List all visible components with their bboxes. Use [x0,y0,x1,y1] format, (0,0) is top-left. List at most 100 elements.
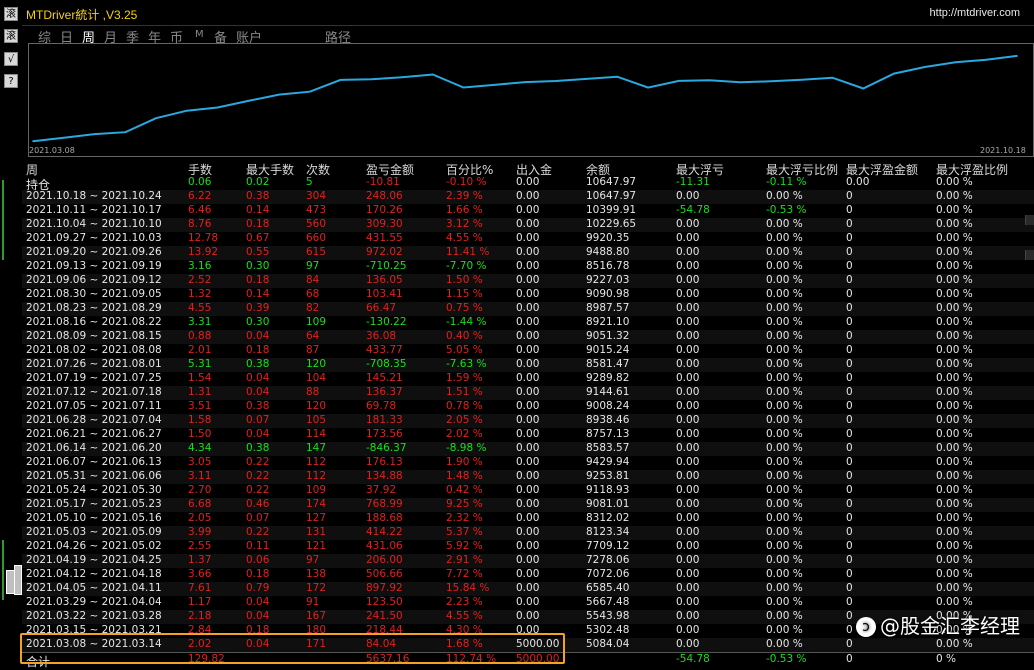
scrollbar-thumb[interactable] [1025,215,1034,225]
pnl-cell: -708.35 [366,358,407,370]
table-row[interactable]: 2021.08.16 ~ 2021.08.22 3.31 0.30 109 -130.2… [22,316,1034,330]
balance-cell: 9289.82 [586,372,630,384]
table-row[interactable]: 2021.04.19 ~ 2021.04.25 1.37 0.06 97 206.00 2… [22,554,1034,568]
table-row[interactable]: 2021.06.07 ~ 2021.06.13 3.05 0.22 112 176.13… [22,456,1034,470]
max-lots-cell: 0.30 [246,316,270,328]
max-float-profit-cell: 0 [846,498,853,510]
tab-m[interactable]: M [195,29,204,40]
table-row[interactable]: 2021.05.24 ~ 2021.05.30 2.70 0.22 109 37.92 0… [22,484,1034,498]
toolbar-button-check[interactable]: √ [4,52,18,66]
pnl-cell: 414.22 [366,526,403,538]
pct-cell: 11.41 % [446,246,490,258]
max-float-profit-cell: 0 [846,316,853,328]
pnl-cell: 972.02 [366,246,403,258]
table-row[interactable]: 2021.09.06 ~ 2021.09.12 2.52 0.18 84 136.05 1… [22,274,1034,288]
table-row[interactable]: 2021.05.17 ~ 2021.05.23 6.68 0.46 174 768.99… [22,498,1034,512]
table-row[interactable]: 2021.07.19 ~ 2021.07.25 1.54 0.04 104 145.21… [22,372,1034,386]
max-float-profit-pct-cell: 0.00 % [936,470,973,482]
table-row[interactable]: 2021.06.21 ~ 2021.06.27 1.50 0.04 114 173.56… [22,428,1034,442]
table-row[interactable]: 2021.07.05 ~ 2021.07.11 3.51 0.38 120 69.78 0… [22,400,1034,414]
table-row[interactable]: 2021.10.04 ~ 2021.10.10 8.76 0.18 560 309.30… [22,218,1034,232]
pnl-cell: 897.92 [366,582,403,594]
count-cell: 109 [306,484,327,496]
flow-cell: 0.00 [516,218,540,230]
total-max-float-profit-cell: 0 [846,653,853,665]
website-link[interactable]: http://mtdriver.com [930,7,1020,19]
lots-cell: 1.58 [188,414,212,426]
max-float-profit-pct-cell: 0.00 % [936,386,973,398]
toolbar-button-2[interactable]: 滚 [4,29,18,43]
max-lots-cell: 0.02 [246,176,270,188]
table-row[interactable]: 2021.09.13 ~ 2021.09.19 3.16 0.30 97 -710.25… [22,260,1034,274]
table-row[interactable]: 2021.06.14 ~ 2021.06.20 4.34 0.38 147 -846.3… [22,442,1034,456]
table-row[interactable]: 2021.06.28 ~ 2021.07.04 1.58 0.07 105 181.33… [22,414,1034,428]
table-row[interactable]: 2021.05.31 ~ 2021.06.06 3.11 0.22 112 134.88… [22,470,1034,484]
table-row[interactable]: 2021.04.26 ~ 2021.05.02 2.55 0.11 121 431.06… [22,540,1034,554]
max-float-loss-pct-cell: 0.00 % [766,526,803,538]
count-cell: 82 [306,302,320,314]
max-float-loss-pct-cell: 0.00 % [766,190,803,202]
max-float-profit-pct-cell: 0.00 % [936,218,973,230]
table-row[interactable]: 2021.03.29 ~ 2021.04.04 1.17 0.04 91 123.50 2… [22,596,1034,610]
table-row[interactable]: 2021.09.27 ~ 2021.10.03 12.78 0.67 660 431.5… [22,232,1034,246]
count-cell: 167 [306,610,327,622]
max-float-profit-pct-cell: 0.00 % [936,526,973,538]
max-float-loss-cell: 0.00 [676,526,700,538]
balance-point [954,61,957,64]
balance-series-line [32,54,1018,143]
max-float-profit-pct-cell: 0.00 % [936,274,973,286]
max-float-loss-cell: -11.31 [676,176,710,188]
week-cell: 2021.08.02 ~ 2021.08.08 [26,344,162,356]
table-row[interactable]: 2021.07.12 ~ 2021.07.18 1.31 0.04 88 136.37 1… [22,386,1034,400]
max-lots-cell: 0.38 [246,190,270,202]
window-title: MTDriver統计 ,V3.25 [26,8,138,22]
count-cell: 560 [306,218,327,230]
balance-cell: 8757.13 [586,428,630,440]
lots-cell: 2.70 [188,484,212,496]
table-row[interactable]: 2021.05.10 ~ 2021.05.16 2.05 0.07 127 188.68… [22,512,1034,526]
table-row[interactable]: 2021.07.26 ~ 2021.08.01 5.31 0.38 120 -708.3… [22,358,1034,372]
chart-start-date: 2021.03.08 [29,146,75,155]
table-row[interactable]: 2021.10.11 ~ 2021.10.17 6.46 0.14 473 170.26… [22,204,1034,218]
count-cell: 174 [306,498,327,510]
table-row[interactable]: 2021.09.20 ~ 2021.09.26 13.92 0.55 615 972.0… [22,246,1034,260]
scrollbar-thumb[interactable] [1025,250,1034,260]
table-row[interactable]: 2021.10.18 ~ 2021.10.24 6.22 0.38 304 248.06… [22,190,1034,204]
pnl-cell: 136.37 [366,386,403,398]
balance-point [862,87,865,90]
count-cell: 660 [306,232,327,244]
max-lots-cell: 0.22 [246,484,270,496]
flow-cell: 0.00 [516,554,540,566]
max-float-profit-cell: 0 [846,554,853,566]
lots-cell: 1.54 [188,372,212,384]
week-cell: 2021.10.18 ~ 2021.10.24 [26,190,162,202]
table-row[interactable]: 2021.04.12 ~ 2021.04.18 3.66 0.18 138 506.66… [22,568,1034,582]
table-row[interactable]: 2021.08.23 ~ 2021.08.29 4.55 0.39 82 66.47 0.… [22,302,1034,316]
table-row[interactable]: 2021.05.03 ~ 2021.05.09 3.99 0.22 131 414.22… [22,526,1034,540]
flow-cell: 0.00 [516,568,540,580]
count-cell: 121 [306,540,327,552]
table-row[interactable]: 2021.04.05 ~ 2021.04.11 7.61 0.79 172 897.92… [22,582,1034,596]
max-float-profit-pct-cell: 0.00 % [936,442,973,454]
toolbar-button-1[interactable]: 滚 [4,7,18,21]
table-row[interactable]: 2021.08.02 ~ 2021.08.08 2.01 0.18 87 433.77 5… [22,344,1034,358]
flow-cell: 0.00 [516,358,540,370]
pct-cell: 1.15 % [446,288,483,300]
pnl-cell: 123.50 [366,596,403,608]
max-float-loss-cell: 0.00 [676,414,700,426]
table-row[interactable]: 2021.08.09 ~ 2021.08.15 0.88 0.04 64 36.08 0.… [22,330,1034,344]
max-float-profit-pct-cell: 0.00 % [936,176,973,188]
max-float-loss-cell: 0.00 [676,316,700,328]
max-float-profit-cell: 0.00 [846,176,870,188]
flow-cell: 0.00 [516,428,540,440]
toolbar-button-help[interactable]: ? [4,74,18,88]
max-float-loss-cell: 0.00 [676,232,700,244]
max-float-loss-cell: 0.00 [676,218,700,230]
max-float-profit-pct-cell: 0.00 % [936,190,973,202]
table-row[interactable]: 2021.08.30 ~ 2021.09.05 1.32 0.14 68 103.41 1… [22,288,1034,302]
max-float-loss-cell: 0.00 [676,260,700,272]
total-max-float-profit-pct-cell: 0 % [936,653,956,665]
pct-cell: 5.37 % [446,526,483,538]
count-cell: 473 [306,204,327,216]
balance-point [186,109,188,112]
